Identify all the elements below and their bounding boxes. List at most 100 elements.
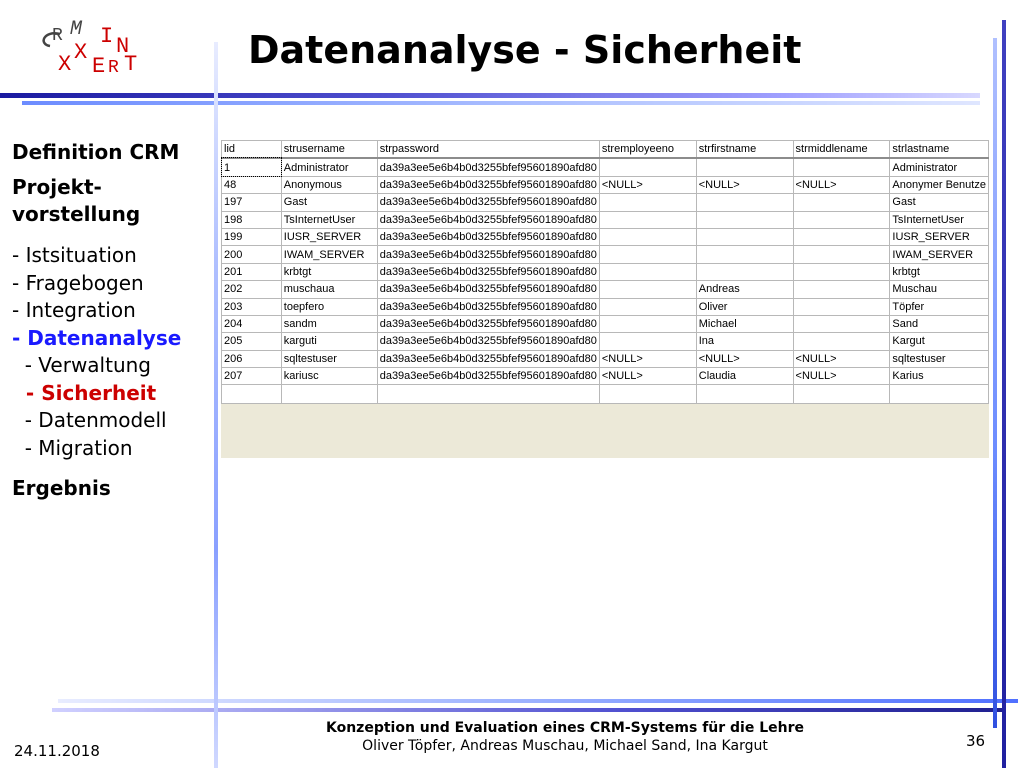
table-cell[interactable]: Administrator: [280, 157, 378, 177]
table-cell[interactable]: krbtgt: [280, 262, 378, 282]
table-cell[interactable]: <NULL>: [598, 349, 697, 369]
table-cell[interactable]: da39a3ee5e6b4b0d3255bfef95601890afd80: [376, 262, 600, 282]
table-cell[interactable]: da39a3ee5e6b4b0d3255bfef95601890afd80: [376, 367, 600, 386]
table-cell[interactable]: [376, 384, 600, 405]
table-cell[interactable]: <NULL>: [598, 367, 697, 386]
table-cell[interactable]: 207: [221, 367, 282, 386]
table-cell[interactable]: [221, 384, 282, 405]
table-cell[interactable]: 204: [221, 314, 282, 334]
table-cell[interactable]: 1: [220, 157, 283, 178]
table-cell[interactable]: da39a3ee5e6b4b0d3255bfef95601890afd80: [376, 297, 600, 316]
table-cell[interactable]: <NULL>: [695, 175, 794, 195]
table-row[interactable]: 205 karguti da39a3ee5e6b4b0d3255bfef956018…: [221, 332, 989, 351]
table-cell[interactable]: Claudia: [695, 367, 794, 386]
table-row[interactable]: 201 krbtgt da39a3ee5e6b4b0d3255bfef9560189…: [221, 262, 989, 282]
table-cell[interactable]: [598, 314, 697, 334]
table-cell[interactable]: 205: [221, 332, 282, 351]
table-row[interactable]: 1 Administrator da39a3ee5e6b4b0d3255bfef95…: [220, 157, 989, 178]
table-cell[interactable]: da39a3ee5e6b4b0d3255bfef95601890afd80: [376, 280, 600, 299]
table-cell[interactable]: da39a3ee5e6b4b0d3255bfef95601890afd80: [376, 157, 600, 177]
table-cell[interactable]: [598, 227, 697, 247]
table-cell[interactable]: toepfero: [280, 297, 378, 316]
table-cell[interactable]: IUSR_SERVER: [889, 227, 989, 247]
table-cell[interactable]: [792, 262, 891, 282]
table-cell[interactable]: [792, 384, 891, 405]
table-cell[interactable]: [598, 280, 697, 299]
table-cell[interactable]: muschaua: [280, 280, 378, 299]
table-cell[interactable]: Administrator: [889, 157, 989, 177]
table-cell[interactable]: [695, 245, 794, 264]
table-cell[interactable]: Ina: [695, 332, 794, 351]
table-row[interactable]: 199 IUSR_SERVER da39a3ee5e6b4b0d3255bfef95…: [221, 227, 989, 247]
table-cell[interactable]: da39a3ee5e6b4b0d3255bfef95601890afd80: [376, 175, 600, 195]
table-cell[interactable]: <NULL>: [792, 367, 891, 386]
table-cell[interactable]: Oliver: [695, 297, 794, 316]
table-cell[interactable]: Gast: [889, 193, 989, 212]
column-header[interactable]: stremployeeno: [598, 140, 697, 160]
table-cell[interactable]: Andreas: [695, 280, 794, 299]
table-cell[interactable]: <NULL>: [792, 349, 891, 369]
table-cell[interactable]: sqltestuser: [889, 349, 989, 369]
table-row[interactable]: 202 muschaua da39a3ee5e6b4b0d3255bfef95601…: [221, 280, 989, 299]
table-cell[interactable]: [598, 297, 697, 316]
table-cell[interactable]: Gast: [280, 193, 378, 212]
table-cell[interactable]: [792, 193, 891, 212]
table-cell[interactable]: [598, 245, 697, 264]
table-cell[interactable]: [598, 210, 697, 229]
table-cell[interactable]: [598, 157, 697, 177]
table-cell[interactable]: IWAM_SERVER: [889, 245, 989, 264]
column-header[interactable]: strfirstname: [695, 140, 794, 160]
table-row[interactable]: 48 Anonymous da39a3ee5e6b4b0d3255bfef95601…: [221, 175, 989, 195]
table-row-new[interactable]: [221, 384, 989, 405]
table-cell[interactable]: 203: [221, 297, 282, 316]
table-cell[interactable]: Kargut: [889, 332, 989, 351]
table-cell[interactable]: [598, 332, 697, 351]
table-cell[interactable]: 197: [221, 193, 282, 212]
table-cell[interactable]: [695, 262, 794, 282]
table-cell[interactable]: 198: [221, 210, 282, 229]
table-cell[interactable]: [792, 297, 891, 316]
table-cell[interactable]: da39a3ee5e6b4b0d3255bfef95601890afd80: [376, 245, 600, 264]
table-row[interactable]: 204 sandm da39a3ee5e6b4b0d3255bfef95601890…: [221, 314, 989, 334]
table-cell[interactable]: da39a3ee5e6b4b0d3255bfef95601890afd80: [376, 314, 600, 334]
table-cell[interactable]: [695, 227, 794, 247]
table-cell[interactable]: da39a3ee5e6b4b0d3255bfef95601890afd80: [376, 210, 600, 229]
table-cell[interactable]: Anonymous: [280, 175, 378, 195]
table-cell[interactable]: 206: [221, 349, 282, 369]
table-row[interactable]: 198 TsInternetUser da39a3ee5e6b4b0d3255bfe…: [221, 210, 989, 229]
table-cell[interactable]: Muschau: [889, 280, 989, 299]
table-cell[interactable]: [598, 262, 697, 282]
table-cell[interactable]: [598, 384, 697, 405]
table-cell[interactable]: Michael: [695, 314, 794, 334]
table-cell[interactable]: [695, 384, 794, 405]
table-cell[interactable]: 199: [221, 227, 282, 247]
table-cell[interactable]: Töpfer: [889, 297, 989, 316]
table-row[interactable]: 200 IWAM_SERVER da39a3ee5e6b4b0d3255bfef95…: [221, 245, 989, 264]
table-cell[interactable]: sqltestuser: [280, 349, 378, 369]
table-cell[interactable]: [792, 210, 891, 229]
table-cell[interactable]: [792, 245, 891, 264]
table-cell[interactable]: [280, 384, 378, 405]
table-cell[interactable]: [792, 227, 891, 247]
table-cell[interactable]: da39a3ee5e6b4b0d3255bfef95601890afd80: [376, 349, 600, 369]
table-cell[interactable]: [792, 157, 891, 177]
table-cell[interactable]: Anonymer Benutze: [889, 175, 989, 195]
table-cell[interactable]: da39a3ee5e6b4b0d3255bfef95601890afd80: [376, 332, 600, 351]
table-cell[interactable]: <NULL>: [792, 175, 891, 195]
table-cell[interactable]: IWAM_SERVER: [280, 245, 378, 264]
table-cell[interactable]: [792, 280, 891, 299]
table-cell[interactable]: Karius: [889, 367, 989, 386]
table-cell[interactable]: 48: [221, 175, 282, 195]
table-cell[interactable]: <NULL>: [695, 349, 794, 369]
column-header[interactable]: strusername: [280, 140, 378, 160]
table-cell[interactable]: [792, 332, 891, 351]
table-cell[interactable]: [792, 314, 891, 334]
table-cell[interactable]: [695, 193, 794, 212]
table-cell[interactable]: 201: [221, 262, 282, 282]
table-row[interactable]: 197 Gast da39a3ee5e6b4b0d3255bfef95601890a…: [221, 193, 989, 212]
table-row[interactable]: 206 sqltestuser da39a3ee5e6b4b0d3255bfef95…: [221, 349, 989, 369]
table-cell[interactable]: [598, 193, 697, 212]
table-cell[interactable]: TsInternetUser: [280, 210, 378, 229]
table-cell[interactable]: TsInternetUser: [889, 210, 989, 229]
column-header[interactable]: strlastname: [889, 140, 989, 160]
